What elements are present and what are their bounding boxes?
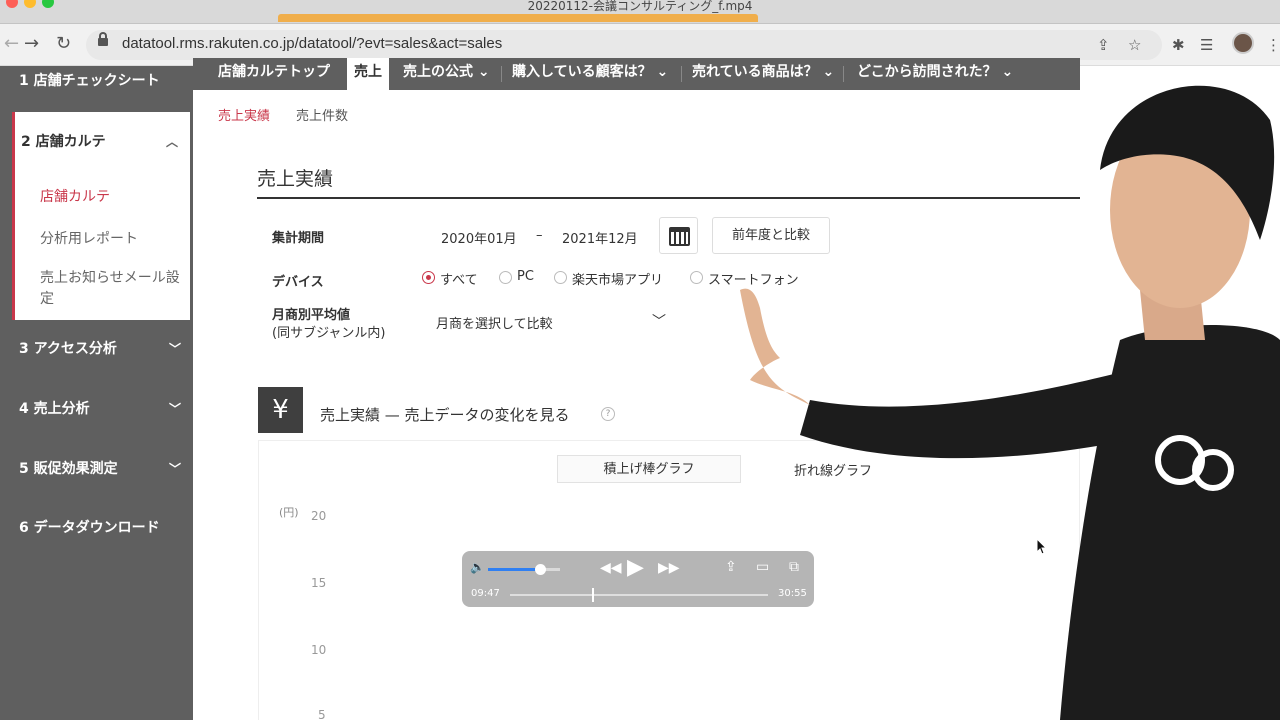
device-radio-pc[interactable] (499, 271, 512, 284)
volume-slider[interactable] (488, 564, 560, 575)
toggle-line-chart[interactable]: 折れ線グラフ (794, 460, 872, 479)
volume-fill (488, 568, 540, 571)
device-option-pc[interactable]: PC (517, 269, 534, 284)
sidebar-item-label: 2 店舗カルテ (21, 134, 106, 150)
reload-icon[interactable]: ↻ (56, 33, 71, 54)
rewind-icon[interactable]: ◀◀ (600, 560, 622, 576)
back-icon[interactable]: ← (4, 33, 19, 54)
nav-customers[interactable]: 購入している顧客は？ ⌄ (512, 58, 668, 90)
profile-avatar[interactable] (1232, 32, 1254, 54)
y-tick: 10 (311, 643, 327, 657)
menu-kebab-icon[interactable]: ⋮ (1266, 36, 1280, 54)
scrubber[interactable] (510, 588, 768, 602)
chevron-down-icon[interactable]: ﹀ (652, 311, 666, 331)
picture-in-picture-icon[interactable]: ⧉ (789, 559, 799, 575)
forward-icon[interactable]: → (24, 33, 39, 54)
calendar-icon (669, 227, 690, 246)
sidebar-subitem-mail[interactable]: 売上お知らせメール設 (40, 267, 180, 287)
period-start[interactable]: 2020年01月 (441, 228, 517, 247)
nav-divider (843, 66, 844, 82)
device-radio-sp[interactable] (690, 271, 703, 284)
sidebar-item-checksheet[interactable]: 1 店舗チェックシート (0, 59, 193, 103)
yen-icon: ¥ (258, 387, 303, 433)
subtab-sales-count[interactable]: 売上件数 (296, 105, 348, 124)
device-option-sp[interactable]: スマートフォン (708, 269, 799, 288)
url-text[interactable]: datatool.rms.rakuten.co.jp/datatool/?evt… (122, 35, 502, 52)
sidebar-item-karte-expanded: 2 店舗カルテ ︿ 店舗カルテ (12, 112, 190, 320)
device-radio-all[interactable] (422, 271, 435, 284)
period-label: 集計期間 (272, 231, 325, 246)
top-nav: 店舗カルテトップ 売上 売上の公式 ⌄ 購入している顧客は？ ⌄ 売れている商品… (193, 58, 1080, 90)
fast-forward-icon[interactable]: ▶▶ (658, 560, 680, 576)
section-divider (257, 197, 1080, 199)
sidebar-subitem-karte-active[interactable]: 店舗カルテ (40, 186, 110, 206)
volume-icon[interactable]: 🔈 (470, 560, 485, 574)
y-tick: 20 (311, 509, 327, 523)
window-title: 20220112-会議コンサルティング_f.mp4 (527, 0, 753, 13)
nav-karte-top[interactable]: 店舗カルテトップ (218, 58, 330, 90)
address-bar[interactable]: datatool.rms.rakuten.co.jp/datatool/?evt… (86, 30, 1162, 60)
chevron-down-icon: ﹀ (168, 402, 181, 416)
video-controls[interactable]: 🔈 ◀◀ ▶ ▶▶ ⇪ ▭ ⧉ 09:47 30:55 (462, 551, 814, 607)
nav-sources[interactable]: どこから訪問された？ ⌄ (857, 58, 1013, 90)
elapsed-time: 09:47 (471, 588, 500, 599)
chart-section-title: 売上実績 — 売上データの変化を見る (320, 406, 570, 424)
toggle-stacked-bar[interactable]: 積上げ棒グラフ (557, 455, 741, 483)
share-icon[interactable]: ⇪ (1097, 36, 1110, 54)
compare-prev-year-button[interactable]: 前年度と比較 (712, 217, 830, 254)
avg-select[interactable]: 月商を選択して比較 (436, 313, 553, 332)
window-titlebar: 20220112-会議コンサルティング_f.mp4 (0, 0, 1280, 24)
share-icon[interactable]: ⇪ (725, 559, 737, 575)
period-end[interactable]: 2021年12月 (562, 228, 638, 247)
lock-icon (98, 32, 108, 46)
volume-knob[interactable] (534, 564, 546, 575)
sidebar-item-download[interactable]: 6 データダウンロード (0, 506, 193, 550)
device-option-app[interactable]: 楽天市場アプリ (572, 269, 663, 288)
nav-divider (681, 66, 682, 82)
scrubber-playhead[interactable] (591, 588, 594, 602)
device-label: デバイス (272, 275, 324, 290)
bookmark-star-icon[interactable]: ☆ (1128, 36, 1141, 54)
nav-sales-formula[interactable]: 売上の公式 ⌄ (403, 58, 490, 90)
device-radio-app[interactable] (554, 271, 567, 284)
extensions-icon[interactable]: ✱ (1172, 36, 1185, 54)
reading-list-icon[interactable]: ☰ (1200, 36, 1213, 54)
avg-sublabel: (同サブジャンル内) (272, 326, 386, 341)
sidebar-item-access[interactable]: 3 アクセス分析 ﹀ (0, 327, 193, 371)
calendar-button[interactable] (659, 217, 698, 254)
active-tab-strip[interactable] (278, 14, 758, 22)
sidebar-item-label: 5 販促効果測定 (19, 461, 118, 477)
chevron-up-icon: ︿ (165, 135, 178, 149)
section-title: 売上実績 (257, 168, 334, 190)
y-tick: 15 (311, 576, 327, 590)
sidebar-item-label: 4 売上分析 (19, 401, 90, 417)
subtab-sales-amount[interactable]: 売上実績 (218, 105, 270, 124)
sidebar-item-karte[interactable]: 2 店舗カルテ ︿ (15, 112, 190, 168)
mouse-cursor-icon (1036, 538, 1048, 555)
airplay-icon[interactable]: ▭ (756, 559, 769, 575)
play-icon[interactable]: ▶ (627, 555, 644, 580)
y-axis-unit: (円) (279, 506, 299, 519)
chevron-down-icon: ﹀ (168, 342, 181, 356)
sidebar-subitem-mail-cont: 定 (40, 291, 54, 307)
nav-products[interactable]: 売れている商品は？ ⌄ (692, 58, 834, 90)
total-time: 30:55 (778, 588, 807, 599)
sidebar-subitem-report[interactable]: 分析用レポート (40, 228, 138, 248)
sidebar-item-label: 3 アクセス分析 (19, 341, 117, 357)
sidebar-item-promo[interactable]: 5 販促効果測定 ﹀ (0, 447, 193, 491)
avg-label: 月商別平均値 (272, 308, 351, 323)
help-icon[interactable]: ? (601, 407, 615, 421)
period-separator: – (536, 228, 543, 243)
sidebar: 1 店舗チェックシート 2 店舗カルテ ︿ 店舗カルテ 店舗カルテ 分析用レポー… (0, 66, 193, 720)
device-option-all[interactable]: すべて (440, 269, 478, 288)
nav-sales[interactable]: 売上 (347, 58, 389, 90)
nav-divider (501, 66, 502, 82)
sidebar-item-sales-analysis[interactable]: 4 売上分析 ﹀ (0, 387, 193, 431)
chevron-down-icon: ﹀ (168, 462, 181, 476)
